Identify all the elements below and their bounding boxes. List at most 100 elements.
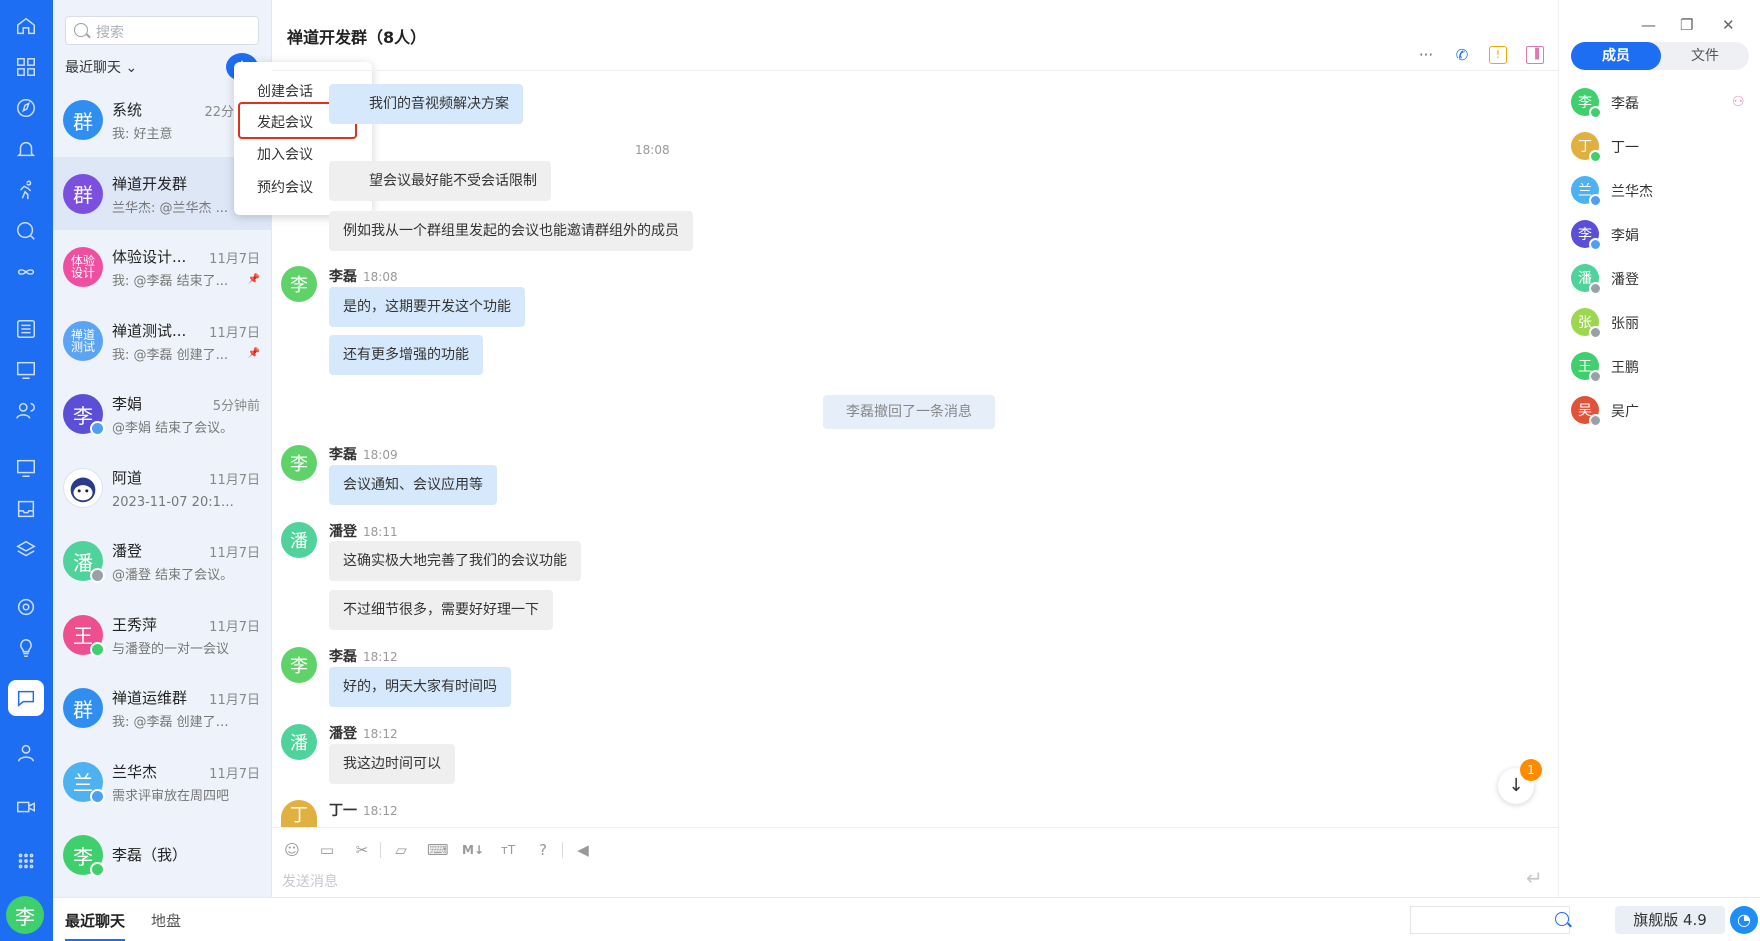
chat-preview: 我: @李磊 创建了讨... <box>112 715 237 730</box>
oa-icon[interactable] <box>13 455 39 481</box>
image-icon[interactable]: ▭ <box>317 840 337 860</box>
grid-icon[interactable] <box>13 848 39 874</box>
tab-members[interactable]: 成员 <box>1571 42 1661 70</box>
member-item[interactable]: 李李磊 <box>1571 88 1751 119</box>
tab-recent-chats[interactable]: 最近聊天 <box>65 910 126 941</box>
chat-list-item[interactable]: 禅道 测试 禅道测试... 11月7日 我: @李磊 创建了... 📌 <box>53 304 272 377</box>
message-bubble: 还有更多增强的功能 <box>329 335 483 375</box>
avatar-text: 潘 <box>290 531 308 552</box>
avatar-text: 兰 <box>73 771 93 795</box>
sender-name: 李磊 <box>329 649 357 665</box>
member-name: 吴广 <box>1611 404 1639 420</box>
chat-list-item[interactable]: 群 禅道运维群 11月7日 我: @李磊 创建了讨... <box>53 671 272 744</box>
video-icon[interactable] <box>13 794 39 820</box>
member-item[interactable]: 潘潘登 <box>1571 264 1751 295</box>
layers-icon[interactable] <box>13 537 39 563</box>
close-icon[interactable]: ✕ <box>1722 16 1735 34</box>
avatar[interactable]: 丁 <box>281 800 317 827</box>
status-dot <box>90 568 105 583</box>
restore-icon[interactable]: ❐ <box>1680 16 1693 34</box>
folder-icon[interactable]: ▱ <box>391 840 411 860</box>
pin-icon: 📌 <box>247 347 260 359</box>
home-icon[interactable] <box>13 13 39 39</box>
member-item[interactable]: 张张丽 <box>1571 308 1751 339</box>
chat-list-item[interactable]: 阿道 11月7日 2023-11-07 20:17 禅... <box>53 451 272 524</box>
chat-title: 阿道 <box>112 468 143 487</box>
member-item[interactable]: 兰兰华杰 <box>1571 176 1751 207</box>
monitor-icon[interactable] <box>13 357 39 383</box>
avatar[interactable]: 李 <box>6 896 44 934</box>
search-icon <box>74 23 88 37</box>
sidebar-toggle-icon[interactable]: ▐ <box>1526 46 1544 64</box>
search-circle-icon[interactable] <box>13 218 39 244</box>
chat-preview: 我: 好主意 <box>112 127 173 142</box>
avatar[interactable]: 潘 <box>281 522 317 558</box>
bulb-icon[interactable] <box>13 635 39 661</box>
chat-icon[interactable] <box>8 680 44 716</box>
megaphone-icon[interactable]: ◀ <box>573 840 593 860</box>
chat-time: 11月7日 <box>209 472 260 488</box>
avatar[interactable]: 李 <box>281 445 317 481</box>
tab-disk[interactable]: 地盘 <box>151 910 181 931</box>
member-item[interactable]: 吴吴广 <box>1571 396 1751 427</box>
inbox-icon[interactable] <box>13 496 39 522</box>
member-item[interactable]: 王王鹏 <box>1571 352 1751 383</box>
help-icon[interactable]: ? <box>533 840 553 860</box>
bell-icon[interactable] <box>13 136 39 162</box>
tab-files[interactable]: 文件 <box>1661 42 1749 70</box>
phone-icon[interactable]: ✆ <box>1453 46 1471 64</box>
arrow-down-icon: ↓ <box>1508 775 1524 796</box>
run-icon[interactable] <box>13 177 39 203</box>
avatar: 王 <box>63 614 105 657</box>
compass-icon[interactable] <box>13 95 39 121</box>
chat-list-item[interactable]: 王王秀萍 11月7日 与潘登的一对一会议 <box>53 598 272 671</box>
chat-list-item[interactable]: 李李娟 5分钟前 @李娟 结束了会议。 <box>53 377 272 450</box>
search-input[interactable]: 搜索 <box>65 16 259 45</box>
message-time: 18:08 <box>363 270 398 284</box>
message-bubble: 是的，这期要开发这个功能 <box>329 287 525 327</box>
more-icon[interactable]: ··· <box>1417 46 1435 64</box>
send-icon[interactable]: ↵ <box>1526 866 1543 890</box>
person-icon[interactable] <box>13 740 39 766</box>
version-badge[interactable]: 旗舰版 4.9 <box>1615 906 1725 934</box>
member-item[interactable]: 李李娟 <box>1571 220 1751 251</box>
scissors-icon[interactable]: ✂ <box>352 840 372 860</box>
chat-time: 5分钟前 <box>212 399 260 414</box>
chat-title: 李娟 <box>112 395 143 413</box>
chat-title: 李磊（我） <box>112 846 188 864</box>
left-nav-rail: 李 <box>0 0 53 941</box>
code-icon[interactable]: ⌨ <box>427 840 449 860</box>
bottom-bar: 最近聊天 地盘 旗舰版 4.9 ◔ <box>53 897 1760 941</box>
chat-list-item[interactable]: 李李磊（我） <box>53 818 272 891</box>
member-name: 潘登 <box>1611 272 1639 288</box>
avatar: 群 <box>63 688 103 728</box>
brand-logo-icon[interactable]: ◔ <box>1730 906 1758 934</box>
gear-icon[interactable] <box>13 594 39 620</box>
minimize-icon[interactable]: — <box>1641 16 1656 34</box>
recent-chats-dropdown[interactable]: 最近聊天 ⌄ <box>65 57 137 77</box>
chat-list-item[interactable]: 兰兰华杰 11月7日 需求评审放在周四吧 <box>53 745 272 818</box>
chat-title: 禅道测试... <box>112 321 187 340</box>
member-name: 张丽 <box>1611 316 1639 332</box>
chat-preview: @李娟 结束了会议。 <box>112 421 234 436</box>
bottom-search-input[interactable] <box>1410 906 1570 934</box>
message-input[interactable]: 发送消息 <box>282 871 338 891</box>
list-icon[interactable] <box>13 316 39 342</box>
chat-preview: 我: @李磊 创建了... <box>112 347 229 363</box>
avatar[interactable]: 李 <box>281 647 317 683</box>
chat-list-item[interactable]: 潘潘登 11月7日 @潘登 结束了会议。 <box>53 524 272 597</box>
avatar[interactable]: 李 <box>281 266 317 302</box>
member-name: 李娟 <box>1611 228 1639 244</box>
notice-icon[interactable]: ! <box>1489 46 1507 64</box>
infinity-icon[interactable] <box>13 259 39 285</box>
member-item[interactable]: 丁丁一 <box>1571 132 1751 163</box>
search-icon[interactable] <box>1555 912 1569 926</box>
markdown-icon[interactable]: M↓ <box>462 840 484 860</box>
avatar[interactable]: 潘 <box>281 724 317 760</box>
apps-icon[interactable] <box>13 54 39 80</box>
font-icon[interactable]: тT <box>498 840 518 860</box>
chat-list-item[interactable]: 体验 设计 体验设计... 11月7日 我: @李磊 结束了... 📌 <box>53 230 272 303</box>
emoji-icon[interactable]: ☺ <box>282 840 302 860</box>
chat-title: 潘登 <box>112 542 143 560</box>
users-icon[interactable] <box>13 398 39 424</box>
